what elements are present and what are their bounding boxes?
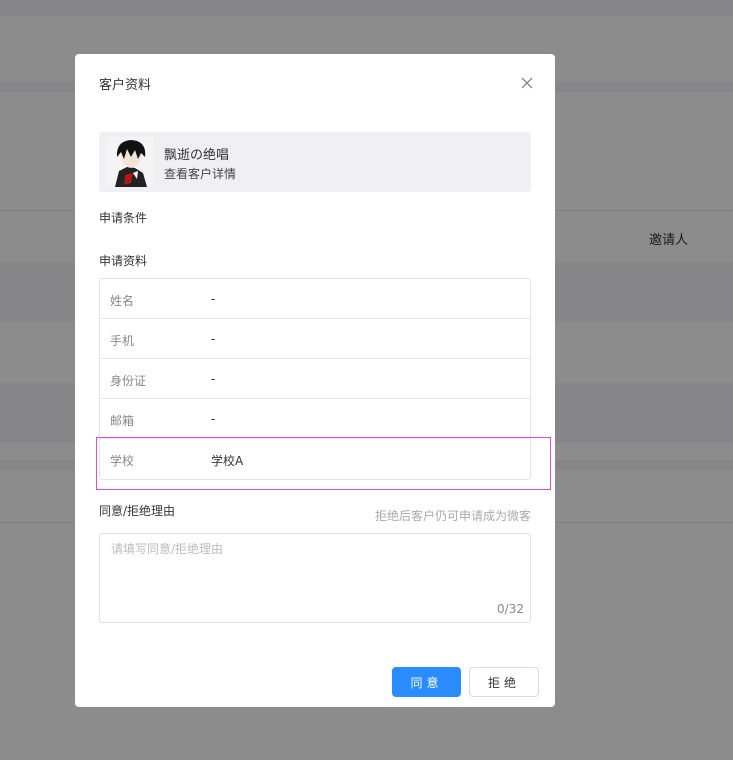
view-customer-details-link[interactable]: 查看客户详情 (164, 165, 236, 182)
reason-textarea[interactable] (100, 534, 530, 622)
info-label: 手机 (110, 334, 135, 348)
reason-textarea-wrapper: 0/32 (99, 533, 531, 623)
reason-hint: 拒绝后客户仍可申请成为微客 (374, 509, 531, 523)
avatar (107, 137, 154, 187)
info-value: - (211, 332, 216, 346)
info-label: 姓名 (110, 294, 135, 308)
customer-card: 飘逝の绝唱 查看客户详情 (99, 132, 531, 192)
info-value: - (211, 412, 216, 426)
customer-name: 飘逝の绝唱 (164, 148, 230, 163)
info-label: 邮箱 (110, 414, 135, 428)
info-label: 身份证 (110, 374, 147, 388)
customer-info-modal: 客户资料 飘逝の绝唱 查看客户详情 申请条件 申请资料 姓名 - 手机 - 身份… (75, 54, 555, 707)
info-value: - (211, 372, 216, 386)
info-row-name: 姓名 - (100, 279, 530, 319)
char-count: 0/32 (497, 602, 524, 616)
reason-label: 同意/拒绝理由 (99, 504, 176, 518)
reject-button[interactable]: 拒绝 (469, 667, 539, 697)
info-value: - (211, 292, 216, 306)
agree-button[interactable]: 同意 (392, 667, 461, 697)
highlight-box (96, 437, 551, 490)
info-row-phone: 手机 - (100, 319, 530, 359)
apply-info-label: 申请资料 (99, 254, 148, 268)
modal-title: 客户资料 (99, 78, 152, 93)
apply-conditions-label: 申请条件 (99, 211, 148, 225)
info-row-id-card: 身份证 - (100, 359, 530, 399)
info-row-email: 邮箱 - (100, 399, 530, 439)
close-icon[interactable] (518, 74, 536, 92)
